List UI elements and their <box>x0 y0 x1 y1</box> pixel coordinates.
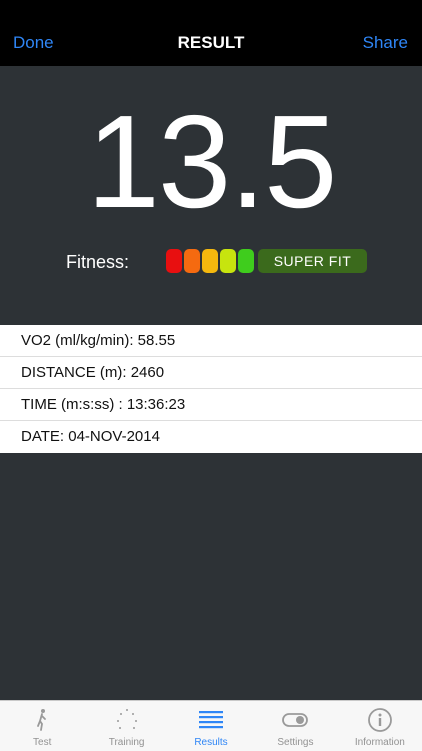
date-row: DATE: 04-NOV-2014 <box>21 428 160 445</box>
fitness-level-badge: SUPER FIT <box>258 249 367 273</box>
meter-segment-2 <box>184 249 200 273</box>
tab-information[interactable]: Information <box>338 701 422 751</box>
meter-segment-3 <box>202 249 218 273</box>
distance-row: DISTANCE (m): 2460 <box>0 357 422 389</box>
tab-label: Training <box>108 737 145 748</box>
tab-results[interactable]: Results <box>169 701 253 751</box>
tab-bar: Test Training Results Settings Informati… <box>0 700 422 751</box>
tab-label: Results <box>194 737 228 748</box>
tab-label: Test <box>33 737 52 748</box>
page-title: RESULT <box>177 33 245 52</box>
vo2-row: VO2 (ml/kg/min): 58.55 <box>0 325 422 357</box>
share-button[interactable]: Share <box>363 33 408 53</box>
tab-label: Information <box>354 737 405 748</box>
time-row: TIME (m:s:ss) : 13:36:23 <box>0 389 422 421</box>
meter-segment-1 <box>166 249 182 273</box>
result-details-list: VO2 (ml/kg/min): 58.55 DISTANCE (m): 246… <box>0 325 422 453</box>
fitness-meter <box>166 249 254 273</box>
result-score: 13.5 <box>86 88 338 235</box>
tab-training[interactable]: Training <box>84 701 168 751</box>
tab-label: Settings <box>277 737 314 748</box>
tab-settings[interactable]: Settings <box>253 701 337 751</box>
toggle-icon <box>282 713 309 727</box>
meter-segment-5 <box>238 249 254 273</box>
list-icon <box>199 711 224 729</box>
info-icon <box>367 708 392 732</box>
fitness-label: Fitness: <box>66 252 130 272</box>
runner-icon <box>37 709 47 731</box>
meter-segment-4 <box>220 249 236 273</box>
navigation-bar: Done RESULT Share <box>0 0 422 66</box>
dots-icon <box>116 709 137 729</box>
tab-test[interactable]: Test <box>0 701 84 751</box>
